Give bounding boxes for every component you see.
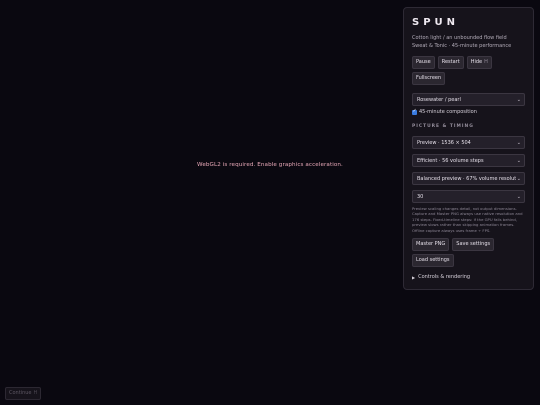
preview-resolution-value: Preview · 1536 × 504 bbox=[417, 140, 471, 146]
pause-button[interactable]: Pause bbox=[412, 56, 435, 69]
controls-rendering-label: Controls & rendering bbox=[418, 274, 471, 281]
fullscreen-button[interactable]: Fullscreen bbox=[412, 72, 446, 85]
composition-checkbox-label: 45-minute composition bbox=[419, 109, 477, 115]
chevron-down-icon: ⌄ bbox=[515, 137, 521, 148]
balance-select[interactable]: Balanced preview · 67% volume resoluti ⌄ bbox=[412, 172, 525, 185]
chevron-down-icon: ⌄ bbox=[515, 173, 521, 184]
subtitle-line-2: Sweat & Tonic · 45-minute performance bbox=[412, 42, 512, 49]
restart-button[interactable]: Restart bbox=[437, 56, 464, 69]
continue-label: Continue bbox=[9, 390, 32, 396]
palette-select-value: Rosewater / pearl bbox=[417, 97, 461, 103]
fps-select-value: 30 bbox=[417, 194, 424, 200]
hide-button[interactable]: Hide H bbox=[466, 56, 492, 69]
section-heading-picture-timing: PICTURE & TIMING bbox=[412, 124, 474, 129]
quality-select-value: Efficient · 56 volume steps bbox=[417, 158, 484, 164]
chevron-down-icon: ⌄ bbox=[515, 155, 521, 166]
preview-scaling-note: Preview scaling changes detail, not outp… bbox=[412, 206, 523, 233]
master-png-button[interactable]: Master PNG bbox=[412, 238, 450, 252]
disclosure-triangle-icon: ▶ bbox=[412, 274, 416, 280]
quality-select[interactable]: Efficient · 56 volume steps ⌄ bbox=[412, 154, 525, 167]
composition-checkbox[interactable] bbox=[412, 108, 417, 115]
controls-rendering-toggle[interactable]: ▶ Controls & rendering bbox=[412, 274, 525, 280]
palette-select[interactable]: Rosewater / pearl ⌄ bbox=[412, 93, 525, 106]
hide-shortcut: H bbox=[484, 59, 488, 65]
hide-label: Hide bbox=[470, 59, 483, 65]
control-panel: SPUN Cotton light / an unbounded flow fi… bbox=[403, 7, 534, 290]
save-settings-button[interactable]: Save settings bbox=[452, 238, 495, 252]
chevron-down-icon: ⌄ bbox=[515, 94, 521, 105]
load-settings-button[interactable]: Load settings bbox=[412, 254, 454, 268]
continue-shortcut: H bbox=[33, 390, 38, 396]
subtitle-line-1: Cotton light / an unbounded flow field bbox=[412, 35, 507, 41]
balance-select-value: Balanced preview · 67% volume resoluti bbox=[417, 176, 518, 182]
app-title: SPUN bbox=[412, 17, 460, 28]
chevron-down-icon: ⌄ bbox=[515, 191, 521, 202]
continue-button[interactable]: Continue H bbox=[5, 387, 42, 400]
preview-resolution-select[interactable]: Preview · 1536 × 504 ⌄ bbox=[412, 136, 525, 149]
fps-select[interactable]: 30 ⌄ bbox=[412, 190, 525, 203]
